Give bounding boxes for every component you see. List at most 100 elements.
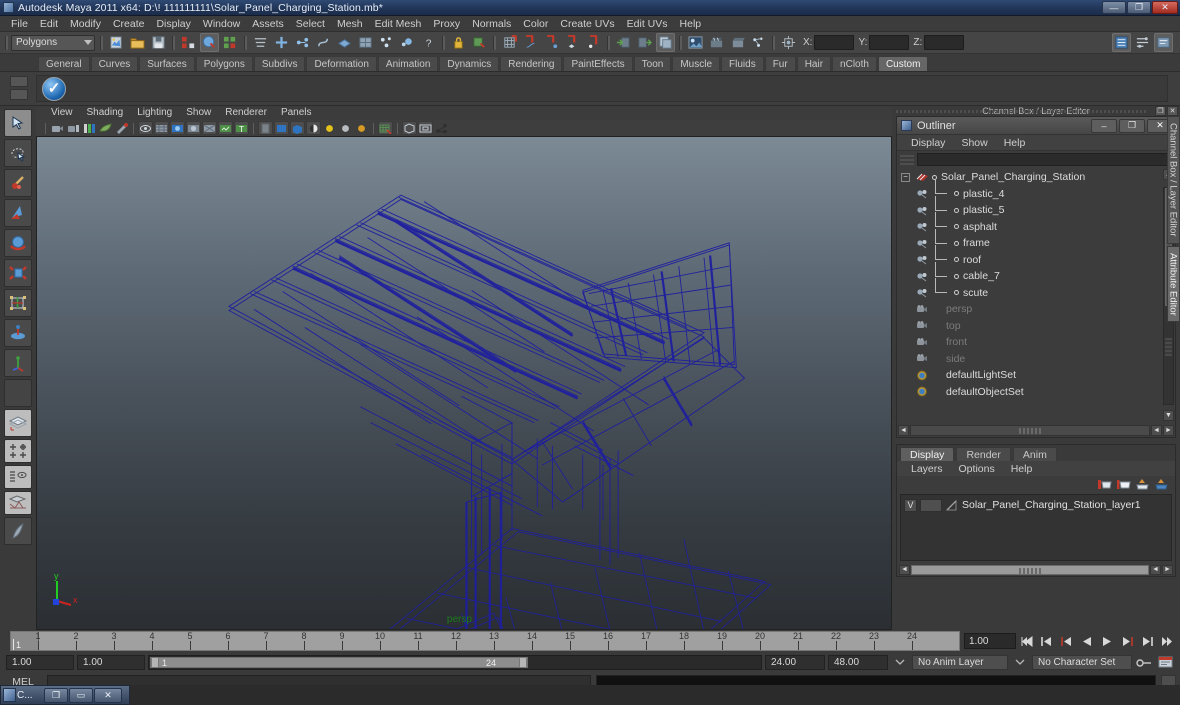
outliner-horizontal-scrollbar[interactable]: ◄ ◄ ► bbox=[897, 423, 1175, 437]
dock-close-icon[interactable]: ✕ bbox=[1167, 106, 1178, 116]
anim-layer-dropdown[interactable]: No Anim Layer bbox=[912, 654, 1008, 670]
outliner-tree[interactable]: − Solar_Panel_Charging_Station plastic_4 bbox=[897, 167, 1175, 423]
component-mask-list-icon[interactable] bbox=[251, 33, 270, 52]
outliner-row-frame[interactable]: frame bbox=[897, 228, 1175, 252]
playback-start-time-field[interactable]: 1.00 bbox=[77, 654, 145, 670]
light-yellow-icon[interactable] bbox=[322, 121, 337, 135]
scroll-track[interactable] bbox=[911, 564, 1149, 575]
image-plane-icon[interactable] bbox=[82, 121, 97, 135]
taskbar-app-icon[interactable] bbox=[3, 688, 16, 702]
step-forward-frame-button[interactable] bbox=[1118, 633, 1136, 650]
paint-select-tool[interactable] bbox=[4, 169, 32, 197]
tab-fur[interactable]: Fur bbox=[764, 56, 796, 71]
paint-effects-layout[interactable] bbox=[4, 517, 32, 545]
viewport-menu-panels[interactable]: Panels bbox=[274, 106, 319, 120]
viewport-menu-view[interactable]: View bbox=[44, 106, 80, 120]
playback-end-time-field[interactable]: 24.00 bbox=[765, 654, 825, 670]
snap-to-point-icon[interactable] bbox=[542, 33, 561, 52]
two-d-pan-zoom-icon[interactable] bbox=[98, 121, 113, 135]
maximize-button[interactable]: ❐ bbox=[1127, 1, 1151, 14]
open-scene-button[interactable] bbox=[128, 33, 147, 52]
render-current-frame-icon[interactable] bbox=[686, 33, 705, 52]
tab-render-layers[interactable]: Render bbox=[956, 447, 1011, 461]
menu-modify[interactable]: Modify bbox=[64, 16, 107, 32]
animation-end-time-field[interactable]: 48.00 bbox=[828, 654, 888, 670]
misc-mask-icon[interactable]: ? bbox=[419, 33, 438, 52]
tab-display-layers[interactable]: Display bbox=[900, 447, 955, 461]
taskbar-maximize-button[interactable]: ▭ bbox=[69, 687, 93, 703]
show-tool-settings-icon[interactable] bbox=[1154, 33, 1173, 52]
close-button[interactable]: ✕ bbox=[1152, 1, 1178, 14]
tab-ncloth[interactable]: nCloth bbox=[832, 56, 877, 71]
texture-display-icon[interactable] bbox=[218, 121, 233, 135]
light-grey-icon[interactable] bbox=[338, 121, 353, 135]
isolate-select-icon[interactable] bbox=[402, 121, 417, 135]
layer-visibility-toggle[interactable]: V bbox=[904, 498, 917, 512]
dynamics-mask-icon[interactable] bbox=[377, 33, 396, 52]
y-coordinate-input[interactable] bbox=[869, 35, 910, 50]
viewport-menu-show[interactable]: Show bbox=[179, 106, 218, 120]
outliner-menu-help[interactable]: Help bbox=[996, 137, 1034, 149]
layer-editor-horizontal-scrollbar[interactable]: ◄ ◄ ► bbox=[897, 563, 1175, 576]
range-slider-fill[interactable] bbox=[150, 656, 528, 668]
points-mask-icon[interactable] bbox=[272, 33, 291, 52]
show-manipulator-tool[interactable] bbox=[4, 349, 32, 377]
highlight-selection-icon[interactable] bbox=[470, 33, 489, 52]
step-back-frame-button[interactable] bbox=[1058, 633, 1076, 650]
snap-to-live-icon[interactable] bbox=[584, 33, 603, 52]
outliner-row-default-light-set[interactable]: defaultLightSet bbox=[897, 367, 1175, 384]
scrollbar-grip[interactable] bbox=[1165, 338, 1172, 356]
tab-curves[interactable]: Curves bbox=[90, 56, 139, 71]
layer-list[interactable]: V Solar_Panel_Charging_Station_layer1 bbox=[900, 494, 1172, 561]
outliner-row-plastic-5[interactable]: plastic_5 bbox=[897, 195, 1175, 219]
range-slider-bar[interactable]: 1 24 bbox=[148, 654, 762, 670]
new-scene-button[interactable] bbox=[107, 33, 126, 52]
single-perspective-view-layout[interactable] bbox=[4, 409, 32, 437]
tab-anim-layers[interactable]: Anim bbox=[1012, 447, 1057, 461]
scroll-right-arrow-2[interactable]: ► bbox=[1163, 424, 1174, 436]
universal-manipulator-tool[interactable] bbox=[4, 289, 32, 317]
smooth-shade-all-icon[interactable] bbox=[154, 121, 169, 135]
taskbar-item-label[interactable]: C... bbox=[17, 690, 43, 701]
animation-preferences-icon[interactable] bbox=[1156, 654, 1174, 671]
xray-display-icon[interactable] bbox=[258, 121, 273, 135]
lasso-select-tool[interactable] bbox=[4, 139, 32, 167]
new-layer-from-selected-icon[interactable] bbox=[1116, 478, 1131, 491]
outliner-row-roof[interactable]: roof bbox=[897, 245, 1175, 269]
select-by-component-type-button[interactable] bbox=[221, 33, 240, 52]
z-coordinate-input[interactable] bbox=[924, 35, 965, 50]
3d-viewport[interactable]: y x persp bbox=[36, 136, 892, 630]
vtab-attribute-editor[interactable]: Attribute Editor bbox=[1166, 245, 1180, 323]
tab-muscle[interactable]: Muscle bbox=[672, 56, 721, 71]
auto-keyframe-toggle-icon[interactable] bbox=[1135, 654, 1153, 671]
outliner-maximize-button[interactable]: ❐ bbox=[1119, 118, 1145, 133]
menu-edit-uvs[interactable]: Edit UVs bbox=[621, 16, 674, 32]
menu-edit-mesh[interactable]: Edit Mesh bbox=[369, 16, 428, 32]
last-tool-used-button[interactable] bbox=[4, 379, 32, 407]
layer-down-icon[interactable] bbox=[1154, 478, 1169, 491]
x-coordinate-input[interactable] bbox=[814, 35, 855, 50]
ipr-region-icon[interactable] bbox=[728, 33, 747, 52]
scroll-track[interactable] bbox=[910, 424, 1150, 436]
pivot-icon[interactable] bbox=[779, 33, 798, 52]
taskbar-close-button[interactable]: ✕ bbox=[94, 687, 122, 703]
flat-shade-icon[interactable] bbox=[186, 121, 201, 135]
outliner-row-side[interactable]: side bbox=[897, 351, 1175, 368]
taskbar-restore-button[interactable]: ❐ bbox=[44, 687, 68, 703]
tab-custom[interactable]: Custom bbox=[877, 56, 929, 71]
lock-selection-icon[interactable] bbox=[449, 33, 468, 52]
menu-help[interactable]: Help bbox=[674, 16, 708, 32]
camera-attributes-icon[interactable] bbox=[66, 121, 81, 135]
hypergraph-persp-layout[interactable] bbox=[4, 491, 32, 515]
menu-select[interactable]: Select bbox=[290, 16, 331, 32]
menu-proxy[interactable]: Proxy bbox=[427, 16, 466, 32]
parm-points-icon[interactable] bbox=[293, 33, 312, 52]
vtab-channel-box-layer-editor[interactable]: Channel Box / Layer Editor bbox=[1166, 116, 1180, 244]
show-channel-box-icon[interactable] bbox=[1112, 33, 1131, 52]
outliner-row-scute[interactable]: scute bbox=[897, 278, 1175, 302]
go-to-start-button[interactable] bbox=[1018, 633, 1036, 650]
wireframe-shading-icon[interactable] bbox=[138, 121, 153, 135]
input-connections-icon[interactable] bbox=[614, 33, 633, 52]
four-view-layout[interactable] bbox=[4, 439, 32, 463]
character-set-dropdown[interactable]: No Character Set bbox=[1032, 654, 1132, 670]
